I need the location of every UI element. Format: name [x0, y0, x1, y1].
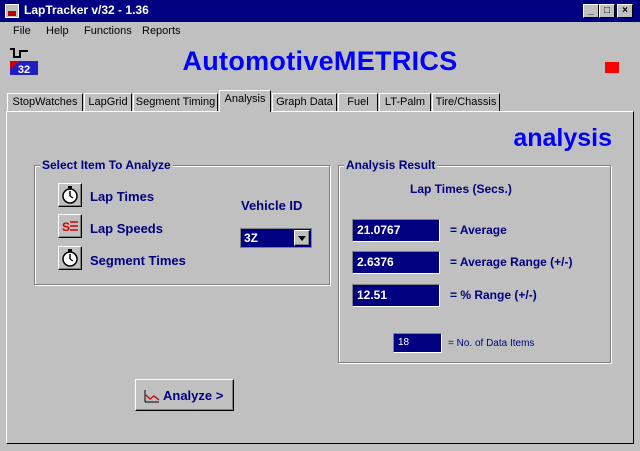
- result-group-title: Analysis Result: [344, 158, 438, 172]
- lap-speeds-label: Lap Speeds: [90, 221, 163, 236]
- average-value: 21.0767: [352, 219, 440, 242]
- average-range-value: 2.6376: [352, 251, 440, 274]
- menu-reports[interactable]: Reports: [142, 25, 181, 37]
- svg-text:S: S: [62, 220, 70, 234]
- chart-icon: [144, 390, 160, 403]
- tab-lt-palm[interactable]: LT-Palm: [379, 93, 431, 111]
- stopwatch-icon: [62, 186, 78, 204]
- percent-range-label: = % Range (+/-): [450, 288, 537, 302]
- select-group-title: Select Item To Analyze: [40, 158, 173, 172]
- tab-fuel[interactable]: Fuel: [338, 93, 378, 111]
- tab-tire-chassis[interactable]: Tire/Chassis: [432, 93, 500, 111]
- speed-icon: S: [62, 220, 78, 234]
- panel-heading: analysis: [513, 124, 612, 152]
- vehicle-id-select[interactable]: 3Z: [240, 228, 312, 248]
- average-range-label: = Average Range (+/-): [450, 255, 573, 269]
- stopwatch-icon: [62, 249, 78, 267]
- title-bar: LapTracker v/32 - 1.36 _ □ ×: [0, 0, 640, 22]
- maximize-button[interactable]: □: [599, 4, 615, 18]
- tab-lapgrid[interactable]: LapGrid: [84, 93, 132, 111]
- vehicle-id-value: 3Z: [244, 231, 259, 245]
- vehicle-id-label: Vehicle ID: [241, 198, 303, 213]
- tab-segment-timing[interactable]: Segment Timing: [133, 93, 218, 111]
- tab-stopwatches[interactable]: StopWatches: [7, 93, 83, 111]
- tab-analysis[interactable]: Analysis: [219, 90, 271, 112]
- close-button[interactable]: ×: [617, 4, 633, 18]
- menu-file[interactable]: File: [13, 25, 31, 37]
- average-label: = Average: [450, 223, 507, 237]
- menu-help[interactable]: Help: [46, 25, 69, 37]
- segment-times-button[interactable]: [58, 246, 82, 270]
- data-items-label: = No. of Data Items: [448, 338, 535, 349]
- brand-title: AutomotiveMETRICS: [182, 46, 458, 76]
- tab-graph-data[interactable]: Graph Data: [272, 93, 337, 111]
- status-indicator: [605, 62, 619, 73]
- percent-range-value: 12.51: [352, 284, 440, 307]
- lap-times-label: Lap Times: [90, 189, 155, 204]
- lap-speeds-button[interactable]: S: [58, 214, 82, 238]
- analyze-button[interactable]: Analyze >: [135, 379, 234, 411]
- menu-bar: File Help Functions Reports: [0, 22, 640, 42]
- menu-functions[interactable]: Functions: [84, 25, 132, 37]
- analyze-button-label: Analyze >: [163, 388, 224, 403]
- lap-times-button[interactable]: [58, 183, 82, 207]
- data-items-count: 18: [393, 333, 442, 353]
- app-icon[interactable]: [5, 4, 19, 18]
- segment-times-label: Segment Times: [90, 253, 186, 268]
- window-title: LapTracker v/32 - 1.36: [24, 3, 149, 17]
- result-subtitle: Lap Times (Secs.): [410, 182, 512, 196]
- chevron-down-icon[interactable]: [294, 230, 310, 246]
- minimize-button[interactable]: _: [583, 4, 599, 18]
